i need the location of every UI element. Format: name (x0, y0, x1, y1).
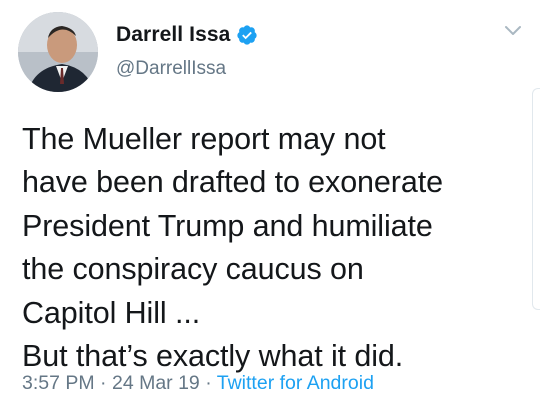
chevron-down-icon[interactable] (504, 24, 522, 38)
tweet-source-link[interactable]: Twitter for Android (217, 372, 374, 394)
tweet-date[interactable]: 24 Mar 19 (112, 372, 200, 394)
tweet-text-line: President Trump and humiliate (22, 208, 433, 243)
adjacent-panel-edge (532, 88, 540, 310)
tweet-text-line: Capitol Hill ... (22, 295, 201, 330)
display-name[interactable]: Darrell Issa (116, 23, 230, 47)
tweet-time[interactable]: 3:57 PM (22, 372, 95, 394)
verified-badge-icon (236, 24, 258, 46)
meta-separator: · (100, 372, 112, 394)
avatar[interactable] (18, 12, 98, 92)
tweet-text: The Mueller report may not have been dra… (22, 118, 522, 378)
meta-separator: · (205, 372, 217, 394)
tweet-card: Darrell Issa @DarrellIssa The Mueller re… (0, 0, 540, 417)
handle[interactable]: @DarrellIssa (116, 58, 226, 80)
tweet-text-line: The Mueller report may not (22, 122, 386, 156)
tweet-text-line: have been drafted to exonerate (22, 165, 443, 200)
tweet-text-line: the conspiracy caucus on (22, 252, 364, 287)
tweet-meta: 3:57 PM · 24 Mar 19 · Twitter for Androi… (22, 372, 374, 395)
display-name-row: Darrell Issa (116, 22, 258, 48)
